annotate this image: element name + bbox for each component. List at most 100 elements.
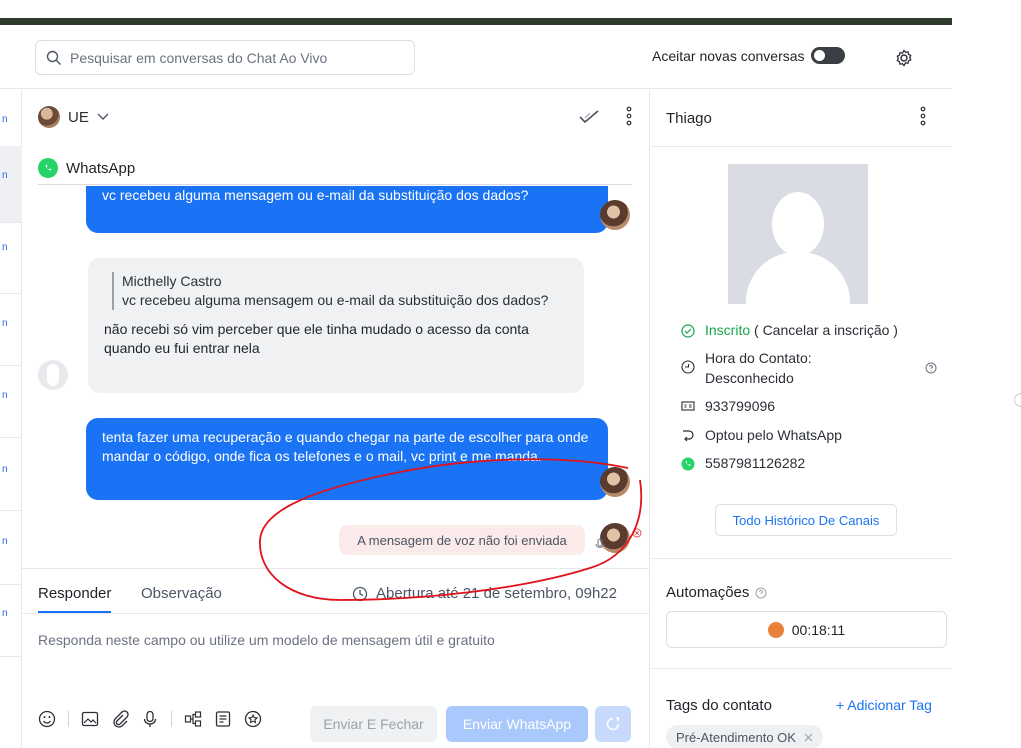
quoted-author: Micthelly Castro: [122, 273, 222, 289]
contact-selector[interactable]: UE: [38, 106, 109, 128]
whatsapp-icon: [681, 457, 695, 471]
divider: [0, 437, 22, 438]
message-text: não recebi só vim perceber que ele tinha…: [104, 321, 529, 356]
contact-hour: Hora do Contato: Desconhecido: [681, 348, 812, 388]
chat-panel: UE WhatsApp vc recebeu alguma mensagem o…: [22, 90, 650, 748]
accept-conversations-label: Aceitar novas conversas: [652, 47, 805, 64]
more-options-icon[interactable]: [626, 106, 632, 126]
selected-conversation[interactable]: [0, 146, 22, 222]
automations-title: Automações: [666, 584, 767, 601]
tag-label: Pré-Atendimento OK: [676, 729, 796, 745]
app-window: Pesquisar em conversas do Chat Ao Vivo A…: [0, 0, 1021, 748]
chat-header: UE: [22, 90, 650, 146]
message-text: tenta fazer uma recuperação e quando che…: [102, 429, 589, 464]
divider: [651, 558, 952, 559]
timer-value: 00:18:11: [791, 621, 846, 638]
send-whatsapp-button[interactable]: Enviar WhatsApp: [446, 706, 588, 742]
avatar: [600, 467, 630, 497]
whatsapp-number: 5587981126282: [681, 455, 805, 471]
add-tag-link[interactable]: + Adicionar Tag: [836, 697, 932, 713]
tags-title: Tags do contato: [666, 697, 772, 714]
id-card-icon: [681, 401, 695, 411]
divider: [0, 365, 22, 366]
accept-conversations: Aceitar novas conversas: [652, 47, 845, 64]
schedule-button[interactable]: [595, 706, 631, 742]
scroll-handle[interactable]: [1014, 393, 1021, 407]
quoted-text: vc recebeu alguma mensagem ou e-mail da …: [122, 292, 549, 308]
send-and-close-button[interactable]: Enviar E Fechar: [310, 706, 437, 742]
whatsapp-number-value: 5587981126282: [705, 455, 806, 471]
help-icon[interactable]: [755, 587, 767, 599]
more-options-icon[interactable]: [920, 106, 926, 126]
attachment-icon[interactable]: [111, 710, 129, 728]
resolve-check-icon[interactable]: [579, 110, 599, 124]
voice-error-pill: A mensagem de voz não foi enviada: [339, 525, 585, 555]
divider: [0, 584, 22, 585]
template-icon[interactable]: [214, 710, 232, 728]
opt-in: Optou pelo WhatsApp: [681, 427, 842, 443]
close-icon[interactable]: [804, 733, 813, 742]
tag-chip: Pré-Atendimento OK: [666, 725, 823, 748]
divider: [171, 711, 172, 727]
divider: [0, 510, 22, 511]
composer-placeholder: Responda neste campo ou utilize um model…: [38, 632, 495, 648]
quoted-message: Micthelly Castro vc recebeu alguma mensa…: [112, 272, 568, 310]
send-and-close-label: Enviar E Fechar: [323, 716, 424, 732]
whatsapp-icon: [38, 158, 58, 178]
list-item-edge[interactable]: n: [2, 390, 8, 401]
search-input[interactable]: Pesquisar em conversas do Chat Ao Vivo: [35, 40, 415, 75]
divider: [651, 146, 952, 147]
tab-reply[interactable]: Responder: [38, 585, 112, 613]
list-item-edge[interactable]: n: [2, 170, 8, 181]
help-icon[interactable]: [925, 362, 937, 374]
microphone-icon[interactable]: [141, 710, 159, 728]
timer-status-icon: [767, 621, 784, 638]
chevron-down-icon: [97, 113, 109, 120]
opt-in-icon: [683, 430, 694, 442]
list-item-edge[interactable]: n: [2, 536, 8, 547]
image-icon[interactable]: [81, 710, 99, 728]
check-circle-icon: [681, 324, 695, 338]
header-bar: Pesquisar em conversas do Chat Ao Vivo A…: [0, 25, 952, 89]
unsubscribe-link[interactable]: ( Cancelar a inscrição ): [754, 322, 898, 338]
voice-error-text: A mensagem de voz não foi enviada: [357, 532, 567, 548]
channel-badge: WhatsApp: [38, 158, 135, 178]
star-message-icon[interactable]: [244, 710, 262, 728]
list-item-edge[interactable]: n: [2, 114, 8, 125]
emoji-icon[interactable]: [38, 710, 56, 728]
gear-icon[interactable]: [895, 49, 913, 67]
clock-icon: [681, 360, 695, 374]
search-icon: [46, 50, 61, 65]
channel-history-button[interactable]: Todo Histórico De Canais: [715, 504, 897, 536]
tab-note[interactable]: Observação: [141, 585, 222, 602]
microphone-icon: [595, 538, 605, 549]
list-item-edge[interactable]: n: [2, 242, 8, 253]
message-outgoing: tenta fazer uma recuperação e quando che…: [86, 418, 608, 500]
error-icon: [632, 528, 642, 538]
contact-id-value: 933799096: [705, 398, 776, 414]
clock-icon: [352, 586, 368, 601]
divider: [68, 711, 69, 727]
schedule-icon: [606, 716, 620, 731]
automation-timer: 00:18:11: [666, 611, 947, 648]
subscribed-label: Inscrito: [705, 322, 751, 338]
channel-label: WhatsApp: [66, 159, 136, 177]
divider: [651, 668, 952, 669]
list-item-edge[interactable]: n: [2, 608, 8, 619]
message-composer[interactable]: Responda neste campo ou utilize um model…: [38, 632, 495, 648]
divider: [0, 656, 22, 657]
flow-icon[interactable]: [184, 710, 202, 728]
list-item-edge[interactable]: n: [2, 464, 8, 475]
composer-toolbar: [38, 710, 262, 728]
opt-in-text: Optou pelo WhatsApp: [705, 427, 842, 443]
contact-name: Thiago: [666, 110, 712, 127]
list-item-edge[interactable]: n: [2, 318, 8, 329]
accept-conversations-toggle[interactable]: [810, 47, 845, 64]
automations-label: Automações: [666, 584, 750, 601]
divider: [0, 293, 22, 294]
contact-id: 933799096: [681, 398, 775, 414]
contact-hour-label: Hora do Contato:: [705, 350, 812, 366]
avatar: [38, 106, 60, 128]
reply-tabs-bar: Responder Observação Abertura até 21 de …: [22, 568, 650, 614]
message-outgoing: vc recebeu alguma mensagem ou e-mail da …: [86, 186, 608, 233]
